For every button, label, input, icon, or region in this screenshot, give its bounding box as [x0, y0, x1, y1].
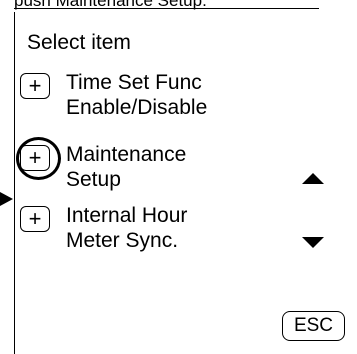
- plus-icon: +: [28, 73, 42, 98]
- instruction-caption: push Maintenance Setup.: [14, 0, 207, 10]
- pointer-arrow-icon: [0, 192, 13, 206]
- plus-button[interactable]: +: [20, 73, 50, 99]
- menu-item-label-line2: Setup: [66, 168, 121, 191]
- menu-item-label-line1: Internal Hour: [66, 204, 188, 227]
- caption-divider: [14, 8, 319, 9]
- menu-item-label: Maintenance Setup: [66, 142, 186, 192]
- triangle-up-icon[interactable]: [302, 173, 324, 184]
- plus-button[interactable]: +: [20, 206, 50, 232]
- focus-circle-icon: [16, 137, 61, 180]
- esc-button[interactable]: ESC: [282, 311, 345, 341]
- menu-item-label: Time Set Func Enable/Disable: [66, 70, 207, 120]
- triangle-down-icon[interactable]: [302, 237, 324, 248]
- plus-icon: +: [28, 206, 42, 231]
- menu-item-label-line1: Maintenance: [66, 143, 187, 166]
- menu-item-label-line1: Time Set Func: [66, 71, 202, 94]
- menu-item-label-line2: Meter Sync.: [66, 229, 179, 252]
- menu-item-label: Internal Hour Meter Sync.: [66, 203, 187, 253]
- screen-title: Select item: [27, 31, 131, 54]
- menu-item-label-line2: Enable/Disable: [66, 96, 208, 119]
